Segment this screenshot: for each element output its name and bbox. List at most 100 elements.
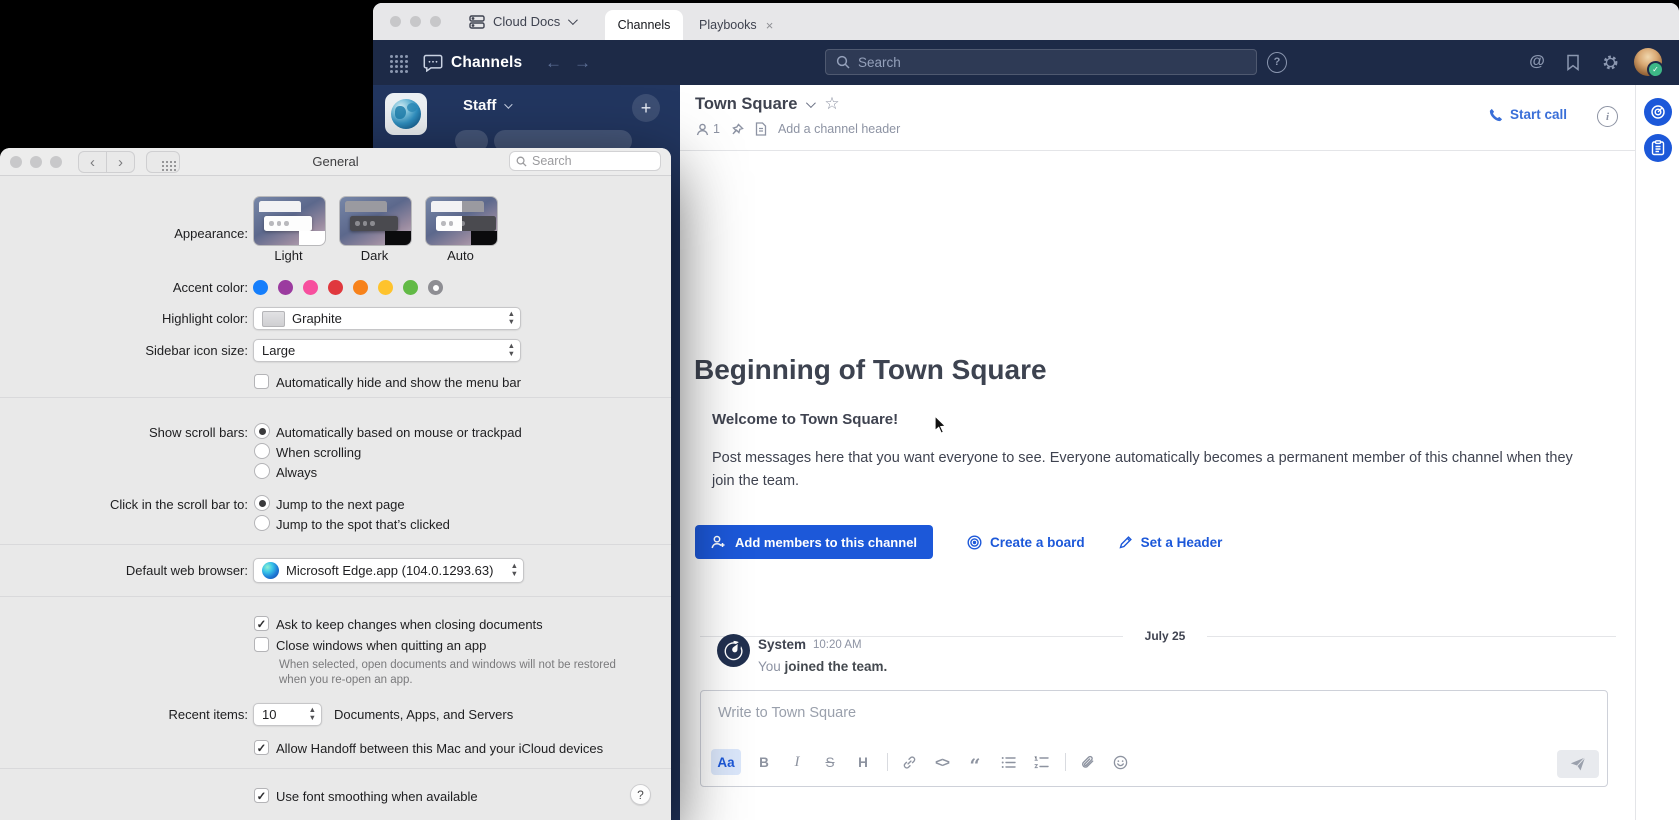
section-divider xyxy=(0,596,671,597)
accent-orange-swatch[interactable] xyxy=(353,280,368,295)
add-channel-header-button[interactable]: Add a channel header xyxy=(778,122,900,136)
history-forward-button[interactable]: → xyxy=(574,40,591,85)
server-selector[interactable]: Cloud Docs xyxy=(469,3,575,40)
accent-yellow-swatch[interactable] xyxy=(378,280,393,295)
quote-button[interactable]: “ xyxy=(960,745,990,779)
appearance-dark-option[interactable] xyxy=(339,196,412,246)
history-back-button[interactable]: ← xyxy=(545,40,562,85)
jump-next-page-radio-selected[interactable] xyxy=(254,495,270,511)
traffic-light-minimize-button[interactable] xyxy=(410,16,421,27)
chevron-down-icon xyxy=(505,100,513,108)
scrollbar-always-radio[interactable] xyxy=(254,463,270,479)
user-avatar[interactable]: ✓ xyxy=(1634,48,1662,76)
gear-icon xyxy=(1602,54,1619,71)
accent-graphite-swatch-selected[interactable] xyxy=(428,280,443,295)
playbooks-app-button[interactable] xyxy=(1644,134,1672,162)
app-tab-bar: Cloud Docs Channels Playbooks × xyxy=(373,3,1679,40)
team-menu[interactable]: Staff xyxy=(463,97,510,114)
channel-info-button[interactable]: i xyxy=(1597,106,1618,127)
playbooks-clipboard-icon xyxy=(1651,140,1665,156)
accent-pink-swatch[interactable] xyxy=(303,280,318,295)
pinned-posts-button[interactable] xyxy=(731,123,744,136)
numbered-list-button[interactable] xyxy=(1026,749,1056,775)
handoff-checkbox-checked[interactable]: ✓ xyxy=(254,740,269,755)
close-windows-checkbox-unchecked[interactable] xyxy=(254,637,269,652)
default-browser-dropdown[interactable]: Microsoft Edge.app (104.0.1293.63) ▲▼ xyxy=(253,558,524,583)
scrollbar-when-scrolling-radio[interactable] xyxy=(254,443,270,459)
recent-items-suffix: Documents, Apps, and Servers xyxy=(334,707,513,722)
settings-button[interactable] xyxy=(1600,52,1620,72)
boards-app-button[interactable] xyxy=(1644,98,1672,126)
recent-items-dropdown[interactable]: 10 ▲▼ xyxy=(253,703,322,726)
search-icon xyxy=(516,156,527,167)
recent-items-value: 10 xyxy=(262,707,276,722)
highlight-color-dropdown[interactable]: Graphite ▲▼ xyxy=(253,307,521,330)
heading-button[interactable]: H xyxy=(848,749,878,775)
appearance-auto-option[interactable] xyxy=(425,196,498,246)
global-header: Channels ← → Search ? @ xyxy=(373,40,1679,85)
accent-green-swatch[interactable] xyxy=(403,280,418,295)
accent-blue-swatch[interactable] xyxy=(253,280,268,295)
numbered-list-icon xyxy=(1034,756,1049,769)
accent-purple-swatch[interactable] xyxy=(278,280,293,295)
channel-menu[interactable]: Town Square ☆ xyxy=(695,94,840,114)
prefs-search-input[interactable]: Search xyxy=(509,151,661,171)
message-sender[interactable]: System xyxy=(758,637,806,652)
dropdown-stepper-icon: ▲▼ xyxy=(508,310,515,326)
global-search-input[interactable]: Search xyxy=(825,49,1257,75)
sidebar-icon-size-dropdown[interactable]: Large ▲▼ xyxy=(253,339,521,362)
tab-channels[interactable]: Channels xyxy=(605,10,683,40)
bold-button[interactable]: B xyxy=(749,749,779,775)
emoji-button[interactable] xyxy=(1105,749,1135,775)
close-windows-label: Close windows when quitting an app xyxy=(276,638,486,653)
bulleted-list-button[interactable] xyxy=(993,749,1023,775)
team-icon[interactable] xyxy=(385,93,427,135)
bulleted-list-icon xyxy=(1001,756,1016,769)
scrollbar-auto-radio-selected[interactable] xyxy=(254,423,270,439)
traffic-light-close-button[interactable] xyxy=(390,16,401,27)
attach-file-button[interactable] xyxy=(1072,749,1102,775)
saved-posts-button[interactable] xyxy=(1563,52,1583,72)
appearance-light-option[interactable] xyxy=(253,196,326,246)
add-members-button[interactable]: Add members to this channel xyxy=(695,525,933,559)
strikethrough-button[interactable]: S xyxy=(815,749,845,775)
appearance-dark-label: Dark xyxy=(338,248,411,263)
close-tab-icon[interactable]: × xyxy=(766,18,774,33)
format-mode-button[interactable]: Aa xyxy=(711,749,741,775)
question-mark-icon: ? xyxy=(1267,52,1287,73)
jump-to-spot-label: Jump to the spot that’s clicked xyxy=(276,517,450,532)
help-button[interactable]: ? xyxy=(630,784,651,805)
add-channel-button[interactable]: + xyxy=(632,94,660,122)
product-switcher-icon[interactable] xyxy=(390,55,393,58)
create-board-button[interactable]: Create a board xyxy=(967,535,1085,550)
traffic-light-zoom-button[interactable] xyxy=(430,16,441,27)
ask-to-keep-checkbox-checked[interactable]: ✓ xyxy=(254,616,269,631)
intro-line2: join the team. xyxy=(712,473,799,489)
check-icon: ✓ xyxy=(257,741,267,755)
channel-files-button[interactable] xyxy=(755,122,767,136)
accent-color-label: Accent color: xyxy=(173,280,248,295)
tab-playbooks[interactable]: Playbooks × xyxy=(693,10,779,40)
font-smoothing-checkbox-checked[interactable]: ✓ xyxy=(254,788,269,803)
link-button[interactable] xyxy=(894,749,924,775)
start-call-button[interactable]: Start call xyxy=(1489,107,1567,122)
help-button[interactable]: ? xyxy=(1267,52,1287,72)
accent-red-swatch[interactable] xyxy=(328,280,343,295)
set-header-button[interactable]: Set a Header xyxy=(1119,535,1223,550)
dropdown-stepper-icon: ▲▼ xyxy=(309,706,316,722)
system-preferences-window: ‹ › General Search Appearance: xyxy=(0,148,671,820)
favorite-star-icon[interactable]: ☆ xyxy=(824,94,839,114)
menubar-checkbox-unchecked[interactable] xyxy=(254,374,269,389)
member-count: 1 xyxy=(713,122,720,136)
recent-mentions-button[interactable]: @ xyxy=(1527,52,1547,72)
intro-actions: Add members to this channel Create a boa… xyxy=(695,525,1222,559)
code-button[interactable]: <> xyxy=(927,749,957,775)
jump-to-spot-radio[interactable] xyxy=(254,515,270,531)
edge-browser-icon xyxy=(262,562,279,579)
members-button[interactable]: 1 xyxy=(696,122,720,136)
message-composer[interactable]: Write to Town Square Aa B I S H <> “ xyxy=(700,690,1608,787)
scrollbar-when-scrolling-label: When scrolling xyxy=(276,445,361,460)
light-thumb-window xyxy=(259,201,301,212)
italic-button[interactable]: I xyxy=(782,749,812,775)
send-message-button[interactable] xyxy=(1557,750,1599,778)
